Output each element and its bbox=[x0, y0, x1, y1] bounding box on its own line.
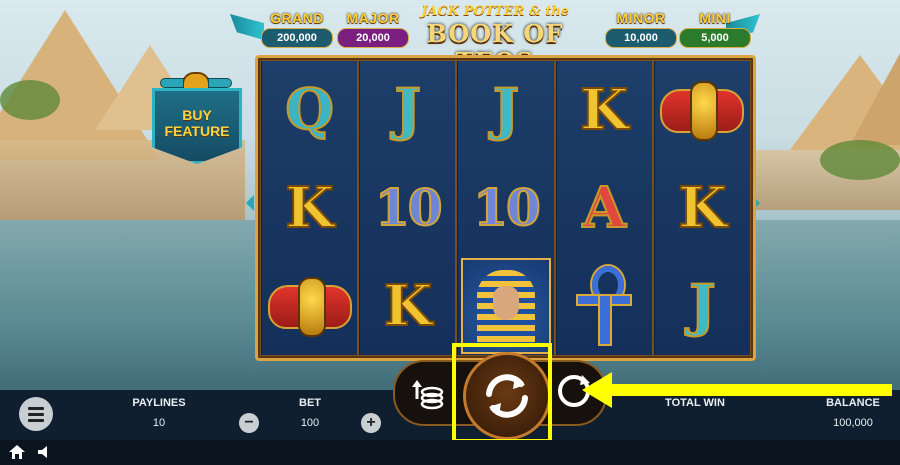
buy-feature-line1: BUY bbox=[182, 107, 212, 123]
jackpot-grand-value: 200,000 bbox=[261, 28, 333, 48]
reel-cell bbox=[458, 257, 553, 355]
jackpot-mini-value: 5,000 bbox=[679, 28, 751, 48]
paylines-value: 10 bbox=[152, 417, 166, 429]
reel-cell: J bbox=[360, 61, 455, 159]
spin-highlight-box bbox=[452, 343, 552, 443]
menu-icon-line bbox=[28, 418, 44, 422]
paylines-label: PAYLINES bbox=[132, 397, 186, 409]
jackpot-minor-label: MINOR bbox=[616, 10, 666, 26]
jackpot-minor-value: 10,000 bbox=[605, 28, 677, 48]
menu-icon-line bbox=[28, 406, 44, 410]
scarab-symbol-icon bbox=[660, 75, 745, 145]
logo-subtitle: JACK POTTER & the bbox=[421, 4, 569, 19]
reel-cell: J bbox=[655, 257, 750, 355]
reel-4: KA bbox=[555, 61, 652, 355]
jackpot-major-label: MAJOR bbox=[346, 10, 400, 26]
card-symbol-10: 10 bbox=[374, 178, 444, 237]
reel-2: J 10 K bbox=[359, 61, 456, 355]
buy-feature-label: BUY FEATURE bbox=[164, 107, 229, 139]
card-symbol-a: A bbox=[581, 175, 626, 241]
jackpot-bar: GRAND 200,000 MAJOR 20,000 JACK POTTER &… bbox=[230, 4, 760, 76]
buy-feature-shield: BUY FEATURE bbox=[152, 88, 242, 164]
card-symbol-10: 10 bbox=[472, 178, 542, 237]
reel-cell: K bbox=[655, 159, 750, 257]
game-logo: JACK POTTER & the BOOK OF TEOS bbox=[402, 4, 588, 76]
reel-cell: K bbox=[262, 159, 357, 257]
home-icon[interactable] bbox=[8, 444, 26, 460]
reel-cell: 10 bbox=[360, 159, 455, 257]
buy-feature-button[interactable]: BUY FEATURE bbox=[146, 72, 242, 164]
card-symbol-j: J bbox=[492, 77, 520, 143]
jackpot-mini-label: MINI bbox=[699, 10, 731, 26]
pointer-arrow-icon bbox=[582, 372, 892, 408]
bet-label: BET bbox=[299, 397, 321, 409]
bet-settings-button[interactable] bbox=[400, 366, 456, 416]
pyramid bbox=[850, 35, 900, 145]
card-symbol-j: J bbox=[394, 77, 422, 143]
reel-cell: 10 bbox=[458, 159, 553, 257]
jackpot-grand-label: GRAND bbox=[270, 10, 324, 26]
jackpot-minor: MINOR 10,000 bbox=[602, 10, 680, 50]
reel-3: J 10 bbox=[457, 61, 554, 355]
bet-value: 100 bbox=[300, 417, 320, 429]
jackpot-major: MAJOR 20,000 bbox=[334, 10, 412, 50]
reel-cell bbox=[655, 61, 750, 159]
sound-icon[interactable] bbox=[36, 444, 52, 460]
menu-button[interactable] bbox=[19, 397, 53, 431]
system-nav-strip bbox=[0, 440, 900, 465]
pharaoh-symbol-icon bbox=[461, 258, 551, 354]
scarab-symbol-icon bbox=[267, 271, 352, 341]
reel-cell: A bbox=[557, 159, 652, 257]
jackpot-major-value: 20,000 bbox=[337, 28, 409, 48]
reel-cell bbox=[262, 257, 357, 355]
reel-frame: Q K J 10 K J 10 K A K J bbox=[255, 55, 756, 361]
reel-grid: Q K J 10 K J 10 K A K J bbox=[261, 61, 751, 355]
coin-stack-icon bbox=[412, 380, 444, 410]
menu-icon-line bbox=[28, 412, 44, 416]
reel-cell: K bbox=[360, 257, 455, 355]
reel-arrow-left-icon bbox=[246, 195, 254, 211]
jackpot-grand: GRAND 200,000 bbox=[258, 10, 336, 50]
reel-cell: K bbox=[557, 61, 652, 159]
ankh-symbol-icon bbox=[578, 266, 631, 346]
balance-value: 100,000 bbox=[833, 417, 873, 429]
reel-cell bbox=[557, 257, 652, 355]
palm-tree bbox=[0, 80, 60, 120]
reel-5: KJ bbox=[653, 61, 751, 355]
palm-tree bbox=[820, 140, 900, 180]
bet-decrease-button[interactable]: − bbox=[239, 413, 259, 433]
card-symbol-k: K bbox=[579, 77, 630, 143]
reel-1: QK bbox=[261, 61, 358, 355]
reel-cell: Q bbox=[262, 61, 357, 159]
card-symbol-k: K bbox=[382, 273, 433, 339]
bet-increase-button[interactable]: + bbox=[361, 413, 381, 433]
reel-cell: J bbox=[458, 61, 553, 159]
jackpot-mini: MINI 5,000 bbox=[676, 10, 754, 50]
card-symbol-k: K bbox=[284, 175, 335, 241]
card-symbol-j: J bbox=[688, 273, 716, 339]
card-symbol-k: K bbox=[677, 175, 728, 241]
buy-feature-line2: FEATURE bbox=[164, 123, 230, 139]
card-symbol-q: Q bbox=[284, 77, 335, 143]
